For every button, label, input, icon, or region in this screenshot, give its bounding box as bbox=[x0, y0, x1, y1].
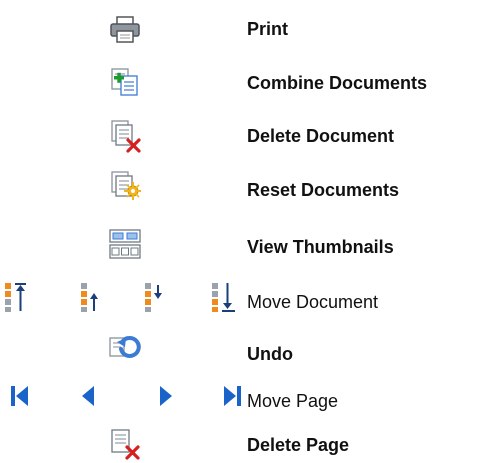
move-document-label: Move Document bbox=[247, 292, 379, 312]
last-page-icon[interactable] bbox=[222, 385, 242, 407]
delete-document-icon[interactable] bbox=[110, 119, 142, 153]
delete-document-label: Delete Document bbox=[247, 126, 395, 146]
move-document-to-top-icon[interactable] bbox=[4, 281, 28, 313]
undo-label: Undo bbox=[247, 344, 293, 364]
view-thumbnails-label: View Thumbnails bbox=[247, 237, 394, 257]
view-thumbnails-icon[interactable] bbox=[108, 228, 142, 260]
delete-page-label: Delete Page bbox=[247, 435, 350, 455]
first-page-icon[interactable] bbox=[10, 385, 30, 407]
combine-documents-icon[interactable] bbox=[110, 67, 140, 97]
print-label: Print bbox=[247, 19, 289, 39]
undo-icon[interactable] bbox=[108, 333, 142, 363]
reset-documents-label: Reset Documents bbox=[247, 180, 400, 200]
next-page-icon[interactable] bbox=[158, 385, 174, 407]
move-document-to-bottom-icon[interactable] bbox=[211, 281, 237, 313]
printer-icon[interactable] bbox=[109, 16, 141, 44]
previous-page-icon[interactable] bbox=[80, 385, 96, 407]
move-document-up-icon[interactable] bbox=[80, 281, 102, 313]
move-document-down-icon[interactable] bbox=[144, 281, 166, 313]
move-page-label: Move Page bbox=[247, 391, 339, 411]
combine-documents-label: Combine Documents bbox=[247, 73, 428, 93]
delete-page-icon[interactable] bbox=[110, 428, 142, 460]
reset-documents-icon[interactable] bbox=[110, 170, 142, 202]
